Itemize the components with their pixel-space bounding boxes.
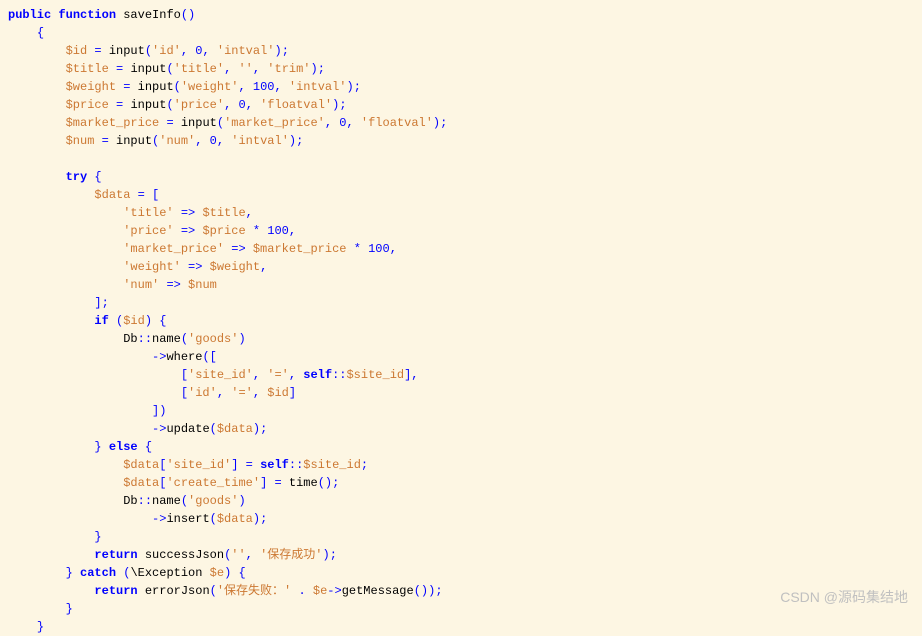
- function-name: saveInfo: [123, 8, 181, 22]
- keyword-function: function: [58, 8, 116, 22]
- keyword-public: public: [8, 8, 51, 22]
- code-block: public function saveInfo() { $id = input…: [8, 6, 914, 636]
- watermark: CSDN @源码集结地: [780, 587, 908, 608]
